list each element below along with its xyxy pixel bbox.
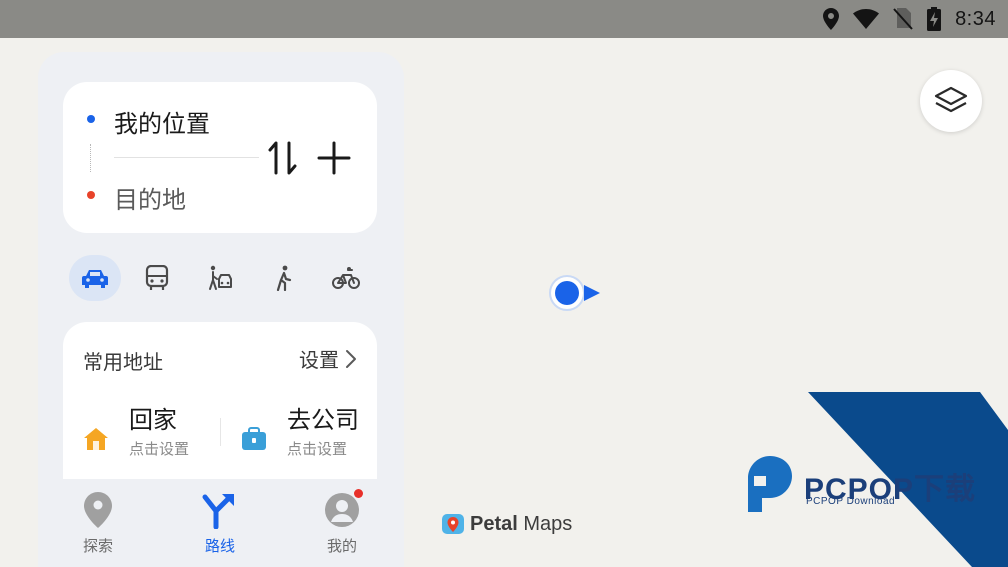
chevron-right-icon <box>346 349 356 368</box>
swap-route-button[interactable] <box>267 140 299 176</box>
route-panel: 我的位置 目的地 常用地址 设置 回家 点击设置 去公司 点击设置 探索 路线 … <box>38 52 404 567</box>
current-location-marker <box>549 275 600 311</box>
briefcase-icon <box>242 427 266 450</box>
bus-icon <box>145 265 169 290</box>
common-addresses-settings-button[interactable]: 设置 <box>299 344 357 373</box>
logo-bold-text: Petal <box>470 513 518 535</box>
nav-route-label: 路线 <box>204 537 235 555</box>
map-pin-icon <box>84 492 112 528</box>
taxi-icon <box>209 265 232 290</box>
work-address-item[interactable]: 去公司 点击设置 <box>241 400 371 470</box>
common-addresses-title: 常用地址 <box>83 350 163 374</box>
car-icon <box>82 270 108 288</box>
no-sim-icon <box>893 8 913 30</box>
location-icon <box>823 8 840 30</box>
work-sub-label: 点击设置 <box>287 440 348 458</box>
origin-field[interactable]: 我的位置 <box>114 104 210 139</box>
petal-maps-logo: Petal Maps <box>442 513 572 536</box>
map-layers-button[interactable] <box>920 70 982 132</box>
status-time: 8:34 <box>955 7 996 30</box>
route-input-card: 我的位置 目的地 <box>63 82 377 233</box>
mode-drive[interactable] <box>69 255 121 301</box>
destination-field[interactable]: 目的地 <box>114 180 186 215</box>
route-divider <box>114 157 259 158</box>
nav-explore[interactable]: 探索 <box>53 491 143 561</box>
mode-bike[interactable] <box>320 255 372 301</box>
add-stop-button[interactable] <box>317 141 351 175</box>
origin-dot <box>87 115 95 123</box>
bottom-navigation: 探索 路线 我的 <box>38 479 404 567</box>
mode-transit[interactable] <box>131 255 183 301</box>
home-sub-label: 点击设置 <box>129 440 190 458</box>
watermark: PCPOP下载 PCPOP Download <box>740 392 1008 567</box>
nav-me[interactable]: 我的 <box>297 489 387 561</box>
address-separator <box>220 418 221 446</box>
mode-ride-hailing[interactable] <box>194 255 246 301</box>
notification-badge <box>354 489 363 498</box>
logo-regular-text: Maps <box>523 513 573 535</box>
watermark-subtext: PCPOP Download <box>806 496 896 507</box>
nav-explore-label: 探索 <box>82 537 113 555</box>
nav-route[interactable]: 路线 <box>175 491 265 561</box>
destination-dot <box>87 191 95 199</box>
route-connector <box>90 144 91 172</box>
home-address-item[interactable]: 回家 点击设置 <box>83 400 213 470</box>
settings-label: 设置 <box>299 348 339 372</box>
route-fork-icon <box>202 494 234 529</box>
avatar-icon <box>325 493 359 527</box>
status-bar: 8:34 <box>0 0 1008 38</box>
petal-maps-logo-icon <box>442 513 464 534</box>
work-label: 去公司 <box>287 406 359 434</box>
walk-icon <box>276 265 292 291</box>
wifi-icon <box>853 9 880 29</box>
nav-me-label: 我的 <box>326 537 357 555</box>
home-label: 回家 <box>129 406 177 434</box>
bike-icon <box>332 267 360 289</box>
home-icon <box>84 428 108 450</box>
layers-icon <box>934 86 968 113</box>
battery-charging-icon <box>927 7 942 31</box>
mode-walk[interactable] <box>258 255 310 301</box>
